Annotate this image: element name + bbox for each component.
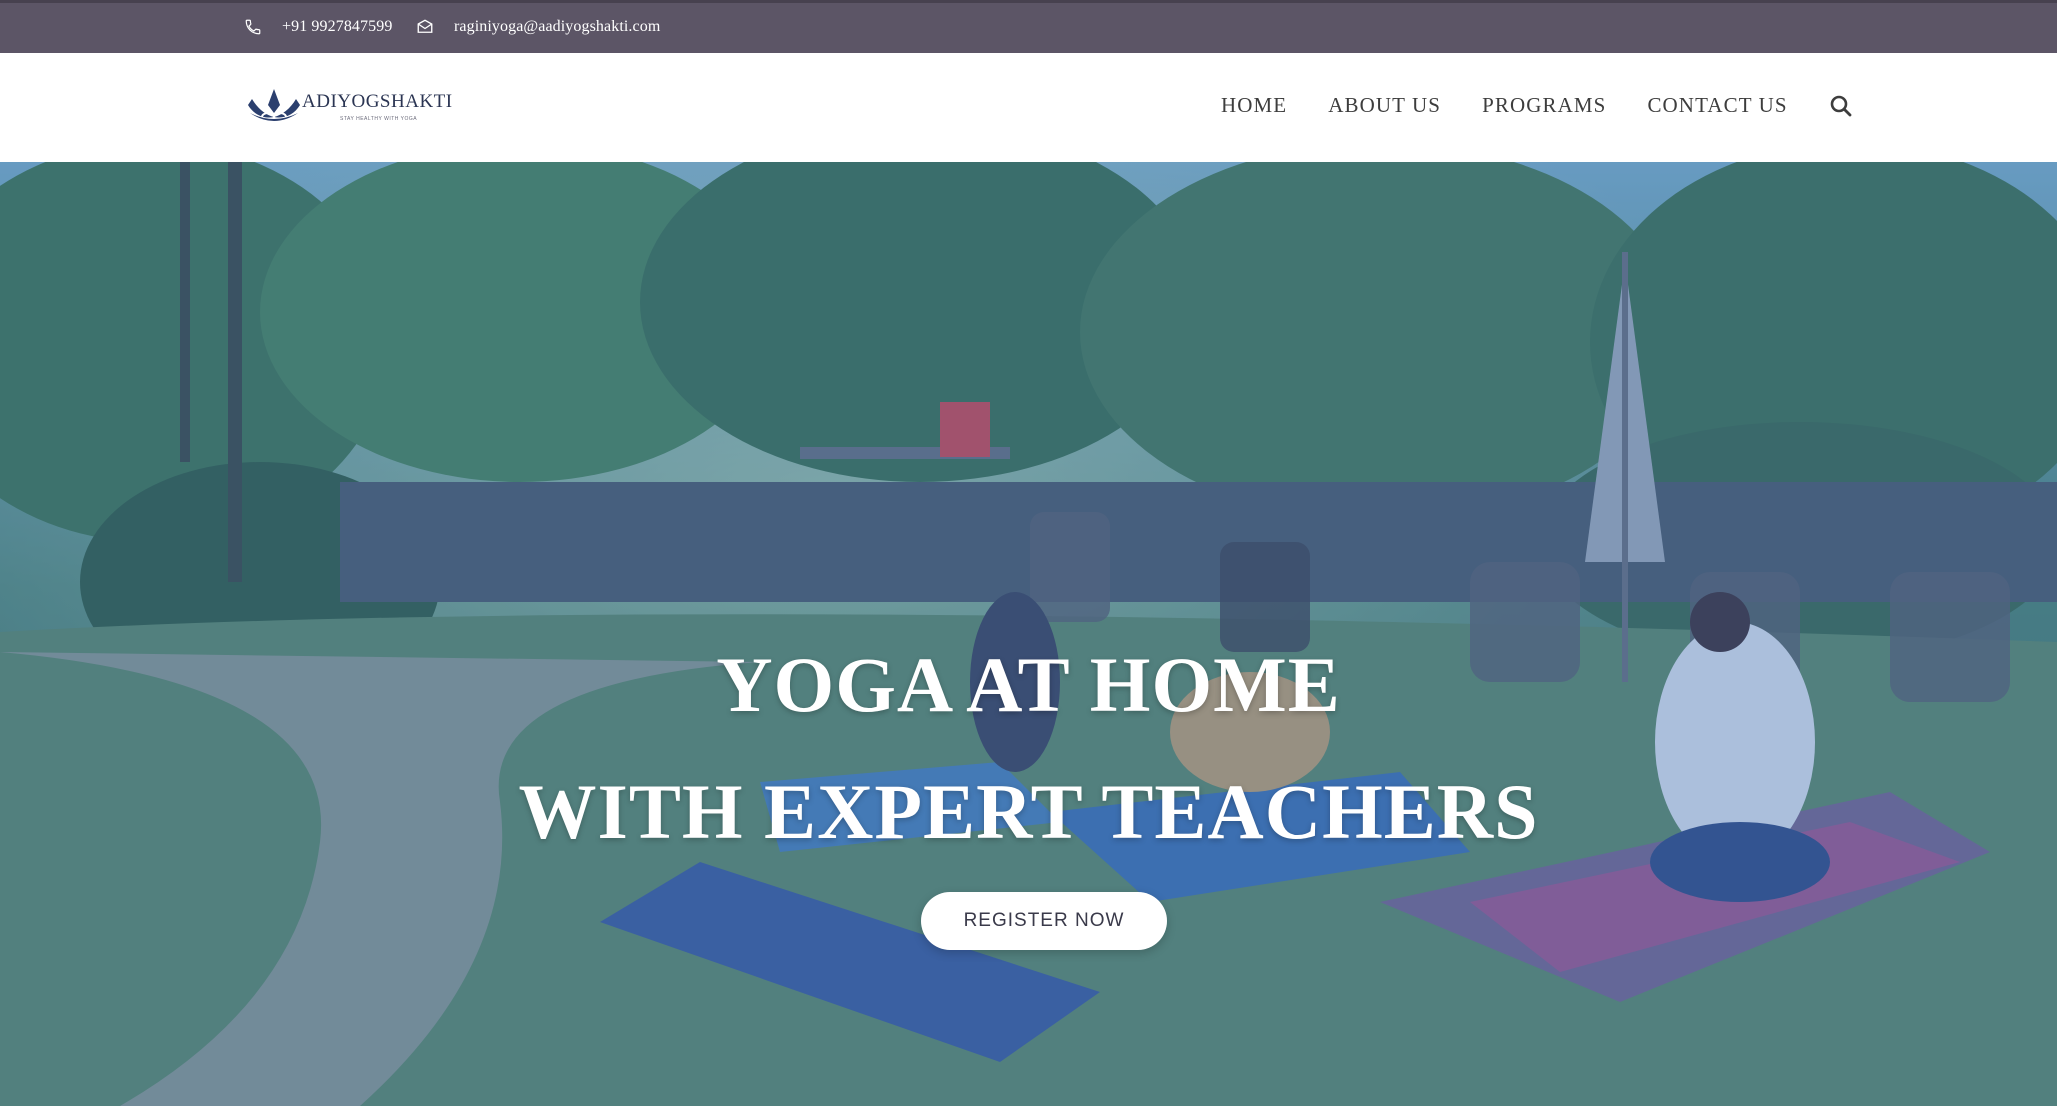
register-now-button[interactable]: REGISTER NOW: [921, 892, 1167, 950]
lotus-icon: [248, 89, 300, 122]
email-address: raginiyoga@aadiyogshakti.com: [454, 18, 661, 35]
hero-banner: YOGA AT HOME WITH EXPERT TEACHERS: [0, 162, 2057, 1106]
nav-menu: HOME ABOUT US PROGRAMS CONTACT US: [1221, 93, 1853, 118]
phone-icon: [245, 19, 261, 35]
phone-contact[interactable]: +91 9927847599: [244, 18, 392, 36]
nav-programs[interactable]: PROGRAMS: [1482, 93, 1606, 118]
nav-about-us[interactable]: ABOUT US: [1328, 93, 1441, 118]
envelope-icon: [417, 19, 433, 33]
main-navbar: ADIYOGSHAKTI STAY HEALTHY WITH YOGA HOME…: [0, 53, 2057, 162]
logo-name: ADIYOGSHAKTI: [302, 91, 453, 112]
phone-number: +91 9927847599: [282, 18, 393, 35]
search-icon[interactable]: [1829, 94, 1853, 118]
hero-headline-line2: WITH EXPERT TEACHERS: [518, 768, 1539, 855]
top-contact-bar: +91 9927847599 raginiyoga@aadiyogshakti.…: [0, 0, 2057, 53]
nav-contact-us[interactable]: CONTACT US: [1647, 93, 1787, 118]
email-contact[interactable]: raginiyoga@aadiyogshakti.com: [416, 18, 660, 36]
site-logo[interactable]: ADIYOGSHAKTI STAY HEALTHY WITH YOGA: [244, 83, 452, 133]
hero-headline-line1: YOGA AT HOME: [716, 641, 1341, 728]
logo-tagline: STAY HEALTHY WITH YOGA: [340, 116, 418, 122]
hero-color-overlay: [0, 162, 2057, 1106]
nav-home[interactable]: HOME: [1221, 93, 1287, 118]
